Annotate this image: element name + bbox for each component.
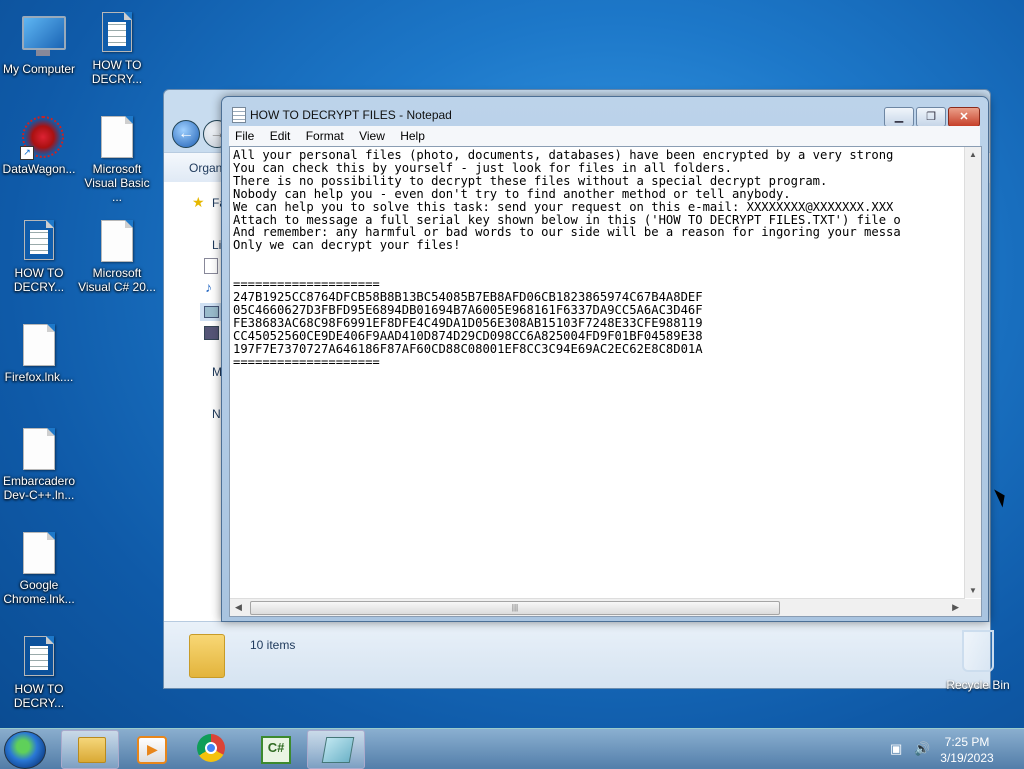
taskbar: ▶ C# ▣ 🔊 7:25 PM 3/19/2023 [0, 728, 1024, 769]
close-button[interactable]: ✕ [948, 107, 980, 127]
folder-icon [78, 737, 106, 763]
notepad-icon [321, 737, 355, 763]
menu-edit[interactable]: Edit [264, 126, 297, 146]
taskbar-explorer[interactable] [61, 730, 119, 769]
back-button[interactable]: ← [172, 120, 200, 148]
text-line: Nobody can help you - even don't try to … [233, 186, 791, 201]
text-line: Only we can decrypt your files! [233, 238, 461, 253]
desktop-icon-label: HOW TO DECRY... [91, 58, 143, 86]
window-title: HOW TO DECRYPT FILES - Notepad [250, 108, 452, 122]
maximize-button[interactable]: ❐ [916, 107, 946, 127]
file-icon [23, 324, 55, 366]
explorer-status-bar: 10 items [164, 621, 990, 688]
notepad-icon [232, 107, 246, 123]
desktop-icon-visual-basic[interactable]: Microsoft Visual Basic ... [78, 116, 156, 204]
desktop-icon-label: HOW TO DECRY... [13, 682, 65, 710]
favorites-star-icon: ★ [192, 194, 205, 210]
desktop-icon-how-to-decrypt-1[interactable]: HOW TO DECRY... [78, 12, 156, 86]
visual-csharp-icon: C# [261, 736, 291, 764]
mouse-cursor-icon [994, 486, 1009, 508]
videos-icon [204, 326, 219, 340]
vertical-scrollbar[interactable]: ▲ ▼ [964, 147, 981, 598]
folder-icon [189, 634, 225, 678]
menu-bar: File Edit Format View Help [229, 126, 980, 146]
desktop-icon-label: Google Chrome.lnk... [3, 578, 75, 606]
desktop-icon-my-computer[interactable]: My Computer [0, 10, 78, 76]
desktop-icon-visual-csharp[interactable]: Microsoft Visual C# 20... [78, 220, 156, 294]
network-icon[interactable]: ▣ [890, 741, 902, 757]
text-editor[interactable]: All your personal files (photo, document… [229, 146, 982, 617]
text-line: We can help you to solve this task: send… [233, 199, 894, 214]
text-file-icon [24, 636, 54, 676]
desktop-icon-label: Microsoft Visual Basic ... [84, 162, 150, 204]
shortcut-arrow-icon: ↗ [20, 146, 34, 160]
text-line: ==================== [233, 354, 380, 369]
desktop-icon-firefox[interactable]: Firefox.lnk.... [0, 324, 78, 384]
sidebar-item-libraries[interactable]: Li [212, 238, 221, 252]
desktop-icon-label: Firefox.lnk.... [4, 370, 74, 384]
start-button[interactable] [4, 731, 46, 769]
music-icon: ♪ [205, 279, 212, 295]
scroll-right-icon[interactable]: ▶ [952, 602, 959, 613]
text-line: There is no possibility to decrypt these… [233, 173, 828, 188]
text-line: 247B1925CC8764DFCB58B8B13BC54085B7EB8AFD… [233, 289, 703, 304]
navigation-pane: ★ Fa Li ♪ M N [164, 182, 226, 622]
taskbar-chrome[interactable] [183, 730, 239, 767]
clock[interactable]: 7:25 PM 3/19/2023 [932, 734, 1002, 766]
file-icon [23, 428, 55, 470]
item-count: 10 items [250, 638, 296, 652]
text-line: FE38683AC68C98F6991EF8DFE4C49DA1D056E308… [233, 315, 703, 330]
text-line: CC45052560CE9DE406F9AAD410D874D29CD098CC… [233, 328, 703, 343]
desktop-icon-how-to-decrypt-2[interactable]: HOW TO DECRY... [0, 220, 78, 294]
text-line: 197F7E7370727A646186F87AF60CD88C08001EF8… [233, 341, 703, 356]
desktop-icon-datawagon[interactable]: ↗ DataWagon... [0, 114, 78, 176]
menu-file[interactable]: File [229, 126, 260, 146]
scroll-up-icon[interactable]: ▲ [969, 150, 977, 159]
file-icon [101, 220, 133, 262]
minimize-button[interactable]: ▁ [884, 107, 914, 127]
text-file-icon [102, 12, 132, 52]
desktop-icon-label: HOW TO DECRY... [13, 266, 65, 294]
clock-time: 7:25 PM [944, 735, 990, 749]
desktop-icon-dev-cpp[interactable]: Embarcadero Dev-C++.ln... [0, 428, 78, 502]
sidebar-item-network[interactable]: N [212, 407, 221, 421]
document-text[interactable]: All your personal files (photo, document… [233, 149, 958, 594]
taskbar-notepad[interactable] [307, 730, 365, 769]
documents-icon [204, 258, 218, 274]
desktop-icon-label: Microsoft Visual C# 20... [78, 266, 156, 294]
organize-menu[interactable]: Organ [189, 161, 222, 175]
horizontal-scrollbar[interactable]: ◀ ||| ▶ [230, 598, 965, 616]
desktop-icon-label: Embarcadero Dev-C++.ln... [2, 474, 76, 502]
file-icon [101, 116, 133, 158]
desktop-icon-chrome[interactable]: Google Chrome.lnk... [0, 532, 78, 606]
text-line [233, 252, 958, 265]
media-player-icon: ▶ [137, 736, 167, 764]
scroll-down-icon[interactable]: ▼ [969, 586, 977, 595]
volume-icon[interactable]: 🔊 [914, 741, 930, 757]
notepad-window[interactable]: HOW TO DECRYPT FILES - Notepad ▁ ❐ ✕ Fil… [221, 96, 989, 622]
pictures-icon [204, 306, 219, 318]
menu-view[interactable]: View [353, 126, 391, 146]
text-file-icon [24, 220, 54, 260]
file-icon [23, 532, 55, 574]
desktop-icon-label: My Computer [2, 62, 76, 76]
menu-help[interactable]: Help [394, 126, 431, 146]
taskbar-media-player[interactable]: ▶ [121, 730, 177, 767]
recycle-bin-icon [962, 630, 994, 672]
desktop-icon-how-to-decrypt-3[interactable]: HOW TO DECRY... [0, 636, 78, 710]
chrome-icon [197, 734, 225, 762]
text-line: 05C4660627D3FBFD95E6894DB01694B7A6005E96… [233, 302, 703, 317]
desktop-icon-recycle-bin[interactable]: Recycle Bin [938, 630, 1018, 692]
menu-format[interactable]: Format [300, 126, 350, 146]
taskbar-visual-csharp[interactable]: C# [245, 730, 301, 767]
desktop-icon-label: DataWagon... [2, 162, 76, 176]
horizontal-scroll-thumb[interactable]: ||| [250, 601, 780, 615]
text-line: All your personal files (photo, document… [233, 149, 894, 162]
desktop-icon-label: Recycle Bin [946, 678, 1010, 692]
text-line: You can check this by yourself - just lo… [233, 160, 732, 175]
scroll-left-icon[interactable]: ◀ [235, 602, 242, 613]
clock-date: 3/19/2023 [940, 751, 994, 765]
computer-icon [22, 16, 66, 56]
size-grip [965, 599, 981, 616]
